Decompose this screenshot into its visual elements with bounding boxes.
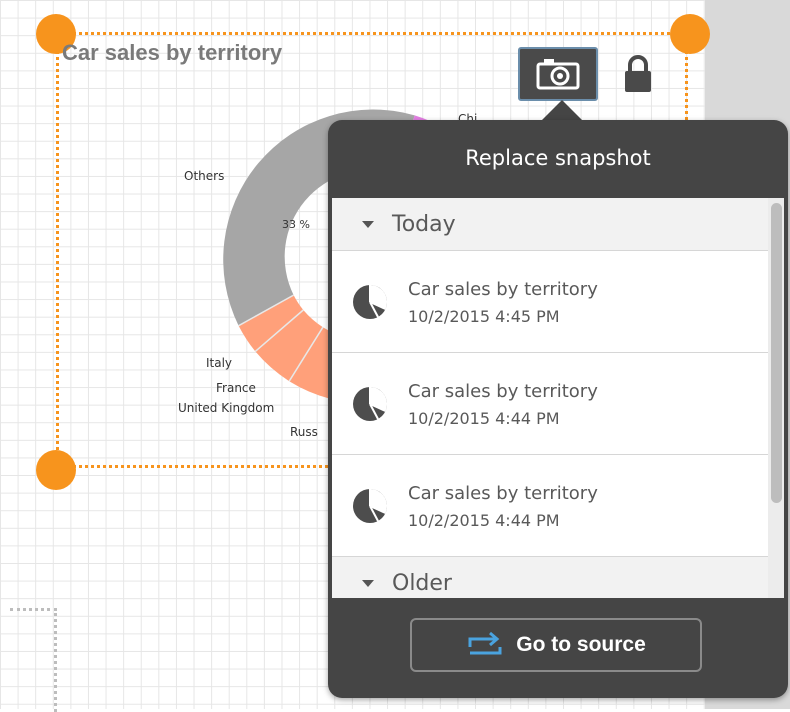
group-label: Today xyxy=(392,211,456,237)
scrollbar-track[interactable] xyxy=(768,198,784,598)
group-header-older[interactable]: Older xyxy=(332,557,772,598)
snapshot-pie-icon xyxy=(353,285,388,319)
go-to-source-label: Go to source xyxy=(516,633,646,656)
replace-snapshot-popover: Replace snapshot Today Car sales by terr… xyxy=(328,120,788,698)
go-to-source-button[interactable]: Go to source xyxy=(410,618,702,672)
snapshot-title: Car sales by territory xyxy=(408,483,598,504)
group-header-today[interactable]: Today xyxy=(332,198,772,251)
popover-title: Replace snapshot xyxy=(465,146,651,170)
snapshot-pie-icon xyxy=(353,489,388,523)
snapshot-title: Car sales by territory xyxy=(408,381,598,402)
snapshot-title: Car sales by territory xyxy=(408,279,598,300)
caret-down-icon xyxy=(362,579,374,587)
lock-icon[interactable] xyxy=(622,54,654,94)
snapshot-pie-icon xyxy=(353,387,388,421)
scrollbar-thumb[interactable] xyxy=(771,203,782,503)
snapshot-date: 10/2/2015 4:45 PM xyxy=(408,307,560,326)
caret-down-icon xyxy=(362,220,374,228)
snapshot-date: 10/2/2015 4:44 PM xyxy=(408,511,560,530)
camera-icon xyxy=(536,59,580,90)
snapshot-list[interactable]: Today Car sales by territory 10/2/2015 4… xyxy=(332,198,772,598)
snapshot-item[interactable]: Car sales by territory 10/2/2015 4:44 PM xyxy=(332,455,772,557)
chart-title: Car sales by territory xyxy=(62,40,283,65)
resize-handle-bottom-left[interactable] xyxy=(36,450,76,490)
snapshot-button[interactable] xyxy=(518,47,598,101)
group-label: Older xyxy=(392,570,452,596)
snapshot-item[interactable]: Car sales by territory 10/2/2015 4:45 PM xyxy=(332,251,772,353)
popover-arrow xyxy=(540,100,584,122)
snapshot-date: 10/2/2015 4:44 PM xyxy=(408,409,560,428)
resize-handle-top-right[interactable] xyxy=(670,14,710,54)
snapshot-item[interactable]: Car sales by territory 10/2/2015 4:44 PM xyxy=(332,353,772,455)
go-to-source-arrow-icon xyxy=(468,631,502,655)
